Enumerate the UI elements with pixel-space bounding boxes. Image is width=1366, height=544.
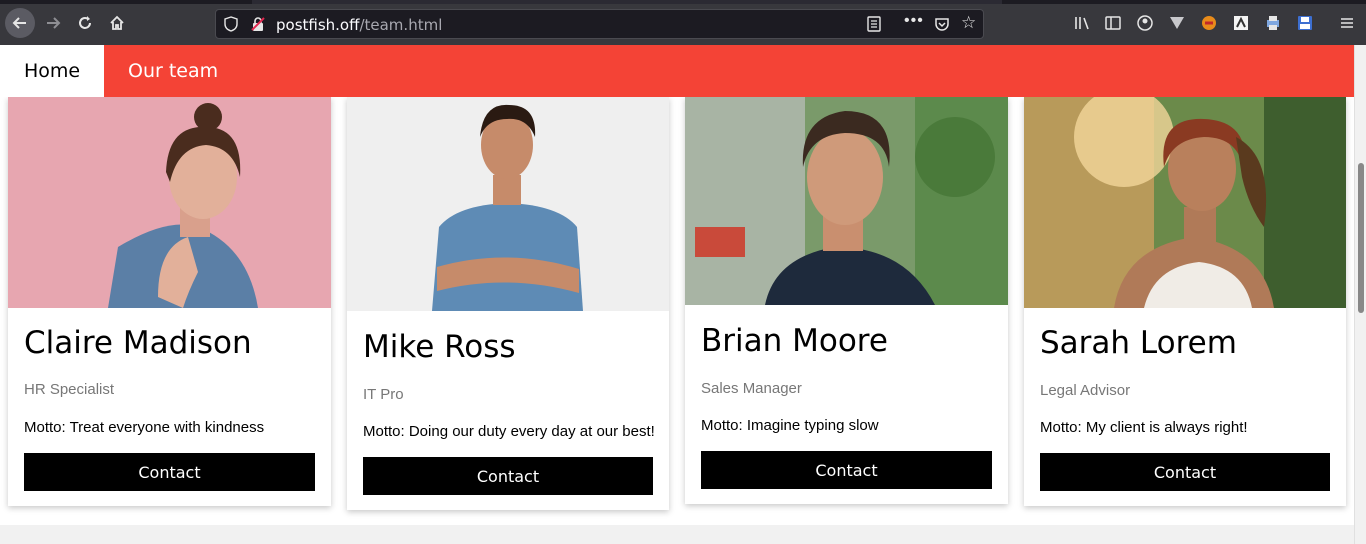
member-role: HR Specialist: [24, 381, 115, 398]
url-bar[interactable]: postfish.off/team.html ••• ☆: [215, 9, 984, 39]
team-member-photo: [8, 97, 331, 308]
contact-button[interactable]: Contact: [24, 453, 315, 491]
member-motto: Motto: My client is always right!: [1040, 419, 1248, 436]
team-member-photo: [1024, 97, 1346, 308]
container-extension-icon[interactable]: [1232, 14, 1250, 32]
sidebar-icon[interactable]: [1104, 14, 1122, 32]
page-scrollbar[interactable]: [1354, 45, 1366, 544]
member-name: Claire Madison: [24, 325, 252, 361]
shield-icon[interactable]: [224, 16, 238, 32]
printer-extension-icon[interactable]: [1264, 14, 1282, 32]
member-role: Legal Advisor: [1040, 382, 1131, 399]
team-member-photo: [685, 97, 1008, 305]
save-extension-icon[interactable]: [1296, 14, 1314, 32]
member-motto: Motto: Treat everyone with kindness: [24, 419, 265, 436]
team-card: Mike Ross IT Pro Motto: Doing our duty e…: [347, 97, 669, 510]
contact-button[interactable]: Contact: [1040, 453, 1330, 491]
home-icon[interactable]: [102, 8, 132, 38]
contact-button[interactable]: Contact: [701, 451, 992, 489]
scrollbar-thumb[interactable]: [1358, 163, 1364, 313]
page-actions-icon[interactable]: •••: [904, 12, 924, 30]
library-icon[interactable]: [1073, 14, 1091, 32]
pocket-icon[interactable]: [934, 16, 950, 32]
team-member-photo: [347, 97, 669, 311]
team-card: Sarah Lorem Legal Advisor Motto: My clie…: [1024, 97, 1346, 506]
reader-view-icon[interactable]: [866, 16, 882, 32]
member-name: Mike Ross: [363, 329, 516, 365]
member-motto: Motto: Imagine typing slow: [701, 417, 879, 434]
vpn-extension-icon[interactable]: [1168, 14, 1186, 32]
bookmark-star-icon[interactable]: ☆: [961, 13, 976, 33]
browser-toolbar: postfish.off/team.html ••• ☆: [0, 0, 1366, 45]
member-role: Sales Manager: [701, 380, 802, 397]
page-footer-area: [0, 525, 1354, 544]
reload-icon[interactable]: [70, 8, 100, 38]
page-viewport: Home Our team Claire Madison HR Speciali…: [0, 45, 1354, 544]
member-role: IT Pro: [363, 386, 404, 403]
member-name: Sarah Lorem: [1040, 325, 1237, 361]
url-host: postfish.off: [276, 16, 360, 34]
account-icon[interactable]: [1136, 14, 1154, 32]
member-name: Brian Moore: [701, 323, 888, 359]
menu-icon[interactable]: [1338, 14, 1356, 32]
tab-strip: [0, 0, 1366, 4]
nav-team-link[interactable]: Our team: [128, 45, 218, 97]
insecure-lock-icon[interactable]: [250, 16, 266, 32]
url-path: /team.html: [359, 16, 443, 34]
nav-home-link[interactable]: Home: [0, 45, 104, 97]
contact-button[interactable]: Contact: [363, 457, 653, 495]
team-card: Brian Moore Sales Manager Motto: Imagine…: [685, 97, 1008, 504]
top-navbar: Home Our team: [0, 45, 1354, 97]
team-card: Claire Madison HR Specialist Motto: Trea…: [8, 97, 331, 506]
back-icon[interactable]: [5, 8, 35, 38]
ublock-extension-icon[interactable]: [1200, 14, 1218, 32]
url-text[interactable]: postfish.off/team.html: [276, 16, 442, 34]
forward-icon[interactable]: [38, 8, 68, 38]
member-motto: Motto: Doing our duty every day at our b…: [363, 423, 655, 440]
